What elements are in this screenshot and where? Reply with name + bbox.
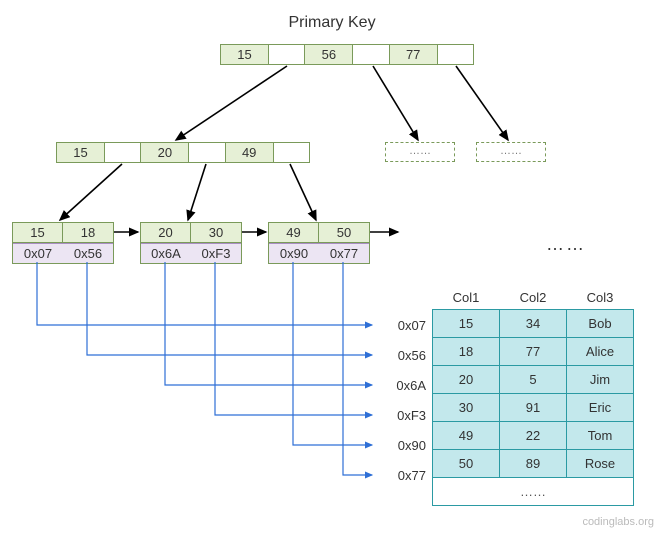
row-address: 0xF3 — [376, 408, 426, 423]
btree-pointer-slot — [438, 45, 473, 64]
table-cell: 22 — [500, 422, 567, 450]
leaf-ellipsis: …… — [546, 234, 586, 255]
leaf-pointer: 0x77 — [319, 243, 369, 263]
btree-key: 20 — [141, 143, 189, 162]
table-cell: Rose — [567, 450, 634, 478]
leaf-pointer: 0x6A — [141, 243, 191, 263]
row-address: 0x77 — [376, 468, 426, 483]
btree-key: 49 — [226, 143, 274, 162]
leaf-key: 30 — [191, 223, 241, 243]
btree-root-node: 15 56 77 — [220, 44, 474, 65]
leaf-key: 49 — [269, 223, 319, 243]
btree-internal-node: 15 20 49 — [56, 142, 310, 163]
table-row: 50 89 Rose — [433, 450, 634, 478]
table-cell: 20 — [433, 366, 500, 394]
table-cell: 15 — [433, 310, 500, 338]
row-address: 0x90 — [376, 438, 426, 453]
btree-pointer-slot — [353, 45, 389, 64]
table-cell: 77 — [500, 338, 567, 366]
table-row: 15 34 Bob — [433, 310, 634, 338]
table-cell: Bob — [567, 310, 634, 338]
table-header: Col3 — [567, 286, 634, 310]
btree-leaf-node: 49 50 0x90 0x77 — [268, 222, 370, 264]
leaf-pointer: 0xF3 — [191, 243, 241, 263]
row-address: 0x56 — [376, 348, 426, 363]
table-cell: Tom — [567, 422, 634, 450]
table-header: Col1 — [433, 286, 500, 310]
table-cell: 5 — [500, 366, 567, 394]
table-row: 20 5 Jim — [433, 366, 634, 394]
leaf-key: 50 — [319, 223, 369, 243]
btree-key: 56 — [305, 45, 353, 64]
table-cell: Eric — [567, 394, 634, 422]
table-cell: 50 — [433, 450, 500, 478]
btree-pointer-slot — [274, 143, 309, 162]
leaf-pointer: 0x90 — [269, 243, 319, 263]
btree-pointer-slot — [189, 143, 225, 162]
leaf-pointer: 0x07 — [13, 243, 63, 263]
table-cell: Alice — [567, 338, 634, 366]
btree-leaf-node: 15 18 0x07 0x56 — [12, 222, 114, 264]
table-row: 49 22 Tom — [433, 422, 634, 450]
table-cell: 18 — [433, 338, 500, 366]
leaf-key: 18 — [63, 223, 113, 243]
row-address: 0x6A — [376, 378, 426, 393]
btree-leaf-node: 20 30 0x6A 0xF3 — [140, 222, 242, 264]
btree-key: 77 — [390, 45, 438, 64]
watermark: codinglabs.org — [582, 516, 654, 528]
table-cell: 49 — [433, 422, 500, 450]
table-row-placeholder: …… — [433, 478, 634, 506]
table-header-row: Col1 Col2 Col3 — [433, 286, 634, 310]
btree-pointer-slot — [105, 143, 141, 162]
table-cell: 89 — [500, 450, 567, 478]
table-cell: 30 — [433, 394, 500, 422]
table-cell: Jim — [567, 366, 634, 394]
btree-node-placeholder: …… — [476, 142, 546, 162]
btree-node-placeholder: …… — [385, 142, 455, 162]
btree-key: 15 — [57, 143, 105, 162]
btree-key: 15 — [221, 45, 269, 64]
data-table: Col1 Col2 Col3 15 34 Bob 18 77 Alice 20 … — [432, 286, 634, 506]
diagram-title: Primary Key — [288, 14, 375, 32]
btree-pointer-slot — [269, 45, 305, 64]
row-address: 0x07 — [376, 318, 426, 333]
table-cell: …… — [433, 478, 634, 506]
leaf-pointer: 0x56 — [63, 243, 113, 263]
table-cell: 34 — [500, 310, 567, 338]
table-cell: 91 — [500, 394, 567, 422]
table-header: Col2 — [500, 286, 567, 310]
leaf-key: 20 — [141, 223, 191, 243]
table-row: 18 77 Alice — [433, 338, 634, 366]
leaf-key: 15 — [13, 223, 63, 243]
table-row: 30 91 Eric — [433, 394, 634, 422]
